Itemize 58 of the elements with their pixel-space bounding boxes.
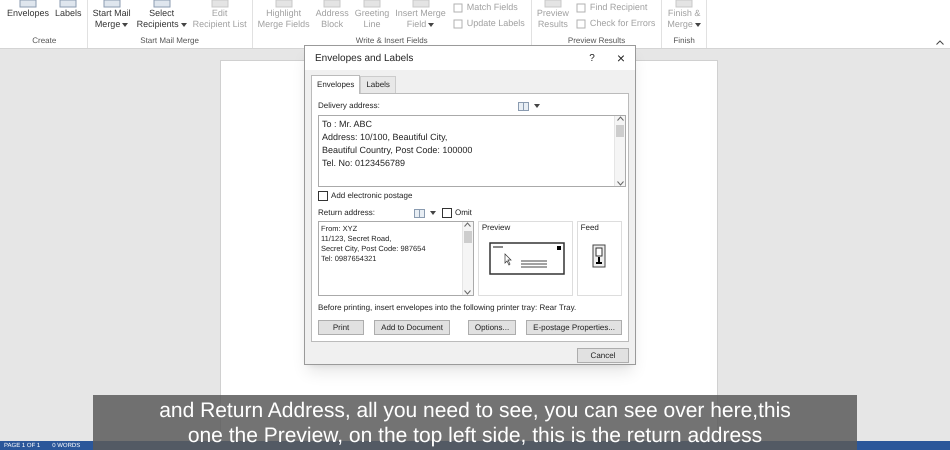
subtitle-text: and Return Address, all you need to see, you can see over here,this [159,398,791,422]
help-button[interactable]: ? [589,50,595,66]
ribbon-button[interactable]: Select Recipients [134,0,190,30]
envelope-preview-icon[interactable] [488,242,565,275]
caret-icon [180,22,187,27]
dialog-button[interactable]: Add to Document [374,320,450,335]
caret-icon [430,211,436,215]
caret-icon [428,22,434,27]
scroll-up-icon[interactable] [616,116,624,121]
instruction-text: Before printing, insert envelopes into the following printer tray: Rear Tray. [318,302,578,314]
ribbon-group-label: Create [32,36,56,47]
scrollbar[interactable] [614,116,625,186]
subtitle-text: one the Preview, on the top left side, this is the return address [188,422,762,448]
delivery-address-field[interactable]: To : Mr. ABC Address: 10/100, Beautiful City, Beautiful Country, Post Code: 100000 Tel. No: 0123456789 [318,115,626,187]
scroll-thumb[interactable] [464,231,472,243]
panel-label: Preview [482,222,512,234]
ribbon-button[interactable]: Start Mail Merge [90,0,134,30]
feed-icon[interactable] [592,244,606,268]
ribbon-group-label: Preview Results [568,36,626,47]
ribbon-icon [59,0,78,8]
scroll-down-icon[interactable] [464,290,472,295]
caret-icon [122,22,128,27]
checkbox[interactable] [318,191,328,201]
collapse-ribbon-icon[interactable] [936,40,944,45]
ribbon-group-label: Start Mail Merge [140,36,199,47]
field-icon [452,18,463,28]
tab[interactable]: Envelopes [311,75,360,94]
ribbon-button[interactable]: Envelopes [4,0,52,19]
field-icon [576,2,586,12]
dialog-button[interactable]: Print [318,320,364,335]
ribbon-group-label: Write & Insert Fields [356,36,428,47]
dialog-title: Envelopes and Labels [315,52,414,66]
ribbon-button[interactable]: Labels [52,0,85,19]
field-label: Return address: [318,207,376,219]
dialog-button[interactable]: E-postage Properties... [526,320,622,335]
scroll-up-icon[interactable] [464,222,472,227]
caret-icon [694,22,701,27]
scroll-down-icon[interactable] [616,181,624,186]
checkbox-label: Omit [455,207,472,219]
ribbon-icon [152,0,171,8]
address-book-icon[interactable] [414,208,425,218]
close-button[interactable]: × [616,51,625,65]
checkbox-label: Add electronic postage [331,190,412,202]
ribbon-icon [102,0,121,8]
scrollbar[interactable] [462,222,473,295]
panel-label: Feed [580,222,600,234]
ribbon-icon [19,0,38,8]
field-icon [576,18,586,28]
field-icon [452,2,463,12]
checkbox[interactable] [442,208,452,218]
caret-icon [534,104,540,108]
dialog-button[interactable]: Options... [468,320,516,335]
tab[interactable]: Labels [360,76,396,93]
cancel-button[interactable]: Cancel [577,348,629,363]
ribbon-group-label: Finish [673,36,695,47]
field-label: Delivery address: [318,100,381,112]
scroll-thumb[interactable] [616,125,624,137]
address-book-icon[interactable] [518,102,529,110]
